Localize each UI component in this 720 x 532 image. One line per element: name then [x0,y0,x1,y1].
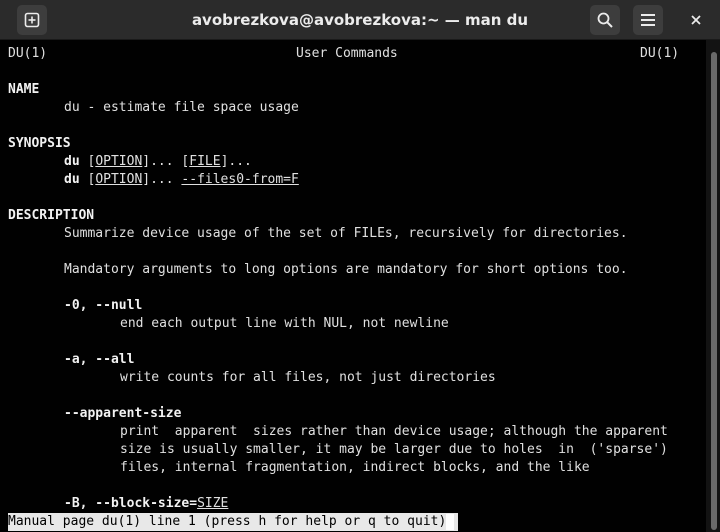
search-icon [597,12,613,28]
hamburger-menu-icon [641,14,655,26]
synopsis-option: OPTION [95,172,143,187]
description-text-2: Mandatory arguments to long options are … [64,262,628,277]
synopsis-option: OPTION [95,154,143,169]
synopsis-ellipsis: ... [150,154,182,169]
synopsis-heading: SYNOPSIS [8,136,71,151]
option-block-size: -B, --block-size=SIZE [64,495,228,513]
pager-status-text: Manual page du(1) line 1 (press h for he… [8,514,447,529]
option-all-desc: write counts for all files, not just dir… [120,370,496,385]
search-button[interactable] [590,5,620,35]
option-all: -a, --all [64,352,135,367]
option-apparent-desc-1: print apparent sizes rather than device … [120,424,668,439]
synopsis-cmd: du [64,154,80,169]
text-cursor [446,513,455,530]
description-heading: DESCRIPTION [8,208,95,223]
man-header-right: DU(1) [640,46,680,61]
man-header: DU(1) [8,45,47,63]
synopsis-line-2: du [OPTION]... --files0-from=F [64,172,299,187]
synopsis-cmd: du [64,172,80,187]
pager-status-line: Manual page du(1) line 1 (press h for he… [8,513,459,531]
option-null-desc: end each output line with NUL, not newli… [120,316,449,331]
option-apparent-size: --apparent-size [64,406,182,421]
close-icon [691,15,701,25]
option-block-size-flag: -B, --block-size= [64,496,198,511]
description-text-1: Summarize device usage of the set of FIL… [64,226,628,241]
name-heading: NAME [8,82,40,97]
window-titlebar: avobrezkova@avobrezkova:~ — man du [0,0,720,40]
close-button[interactable] [681,5,711,35]
synopsis-ellipsis: ... [150,172,182,187]
name-text: du - estimate file space usage [64,100,299,115]
synopsis-line-1: du [OPTION]... [FILE]... [64,154,252,169]
terminal-output[interactable]: DU(1) User Commands DU(1) NAME du - esti… [0,40,706,532]
option-apparent-desc-2: size is usually smaller, it may be large… [120,442,668,457]
synopsis-file: FILE [189,154,221,169]
scrollbar-thumb[interactable] [711,52,717,530]
man-header-left: DU(1) [8,46,48,61]
option-apparent-desc-3: files, internal fragmentation, indirect … [120,460,590,475]
synopsis-ellipsis: ... [228,154,252,169]
terminal-scrollbar[interactable] [706,40,720,532]
man-header-center: User Commands [296,46,398,61]
menu-button[interactable] [633,5,663,35]
option-null: -0, --null [64,298,143,313]
option-block-size-arg: SIZE [197,496,229,511]
synopsis-files0: --files0-from=F [181,172,299,187]
